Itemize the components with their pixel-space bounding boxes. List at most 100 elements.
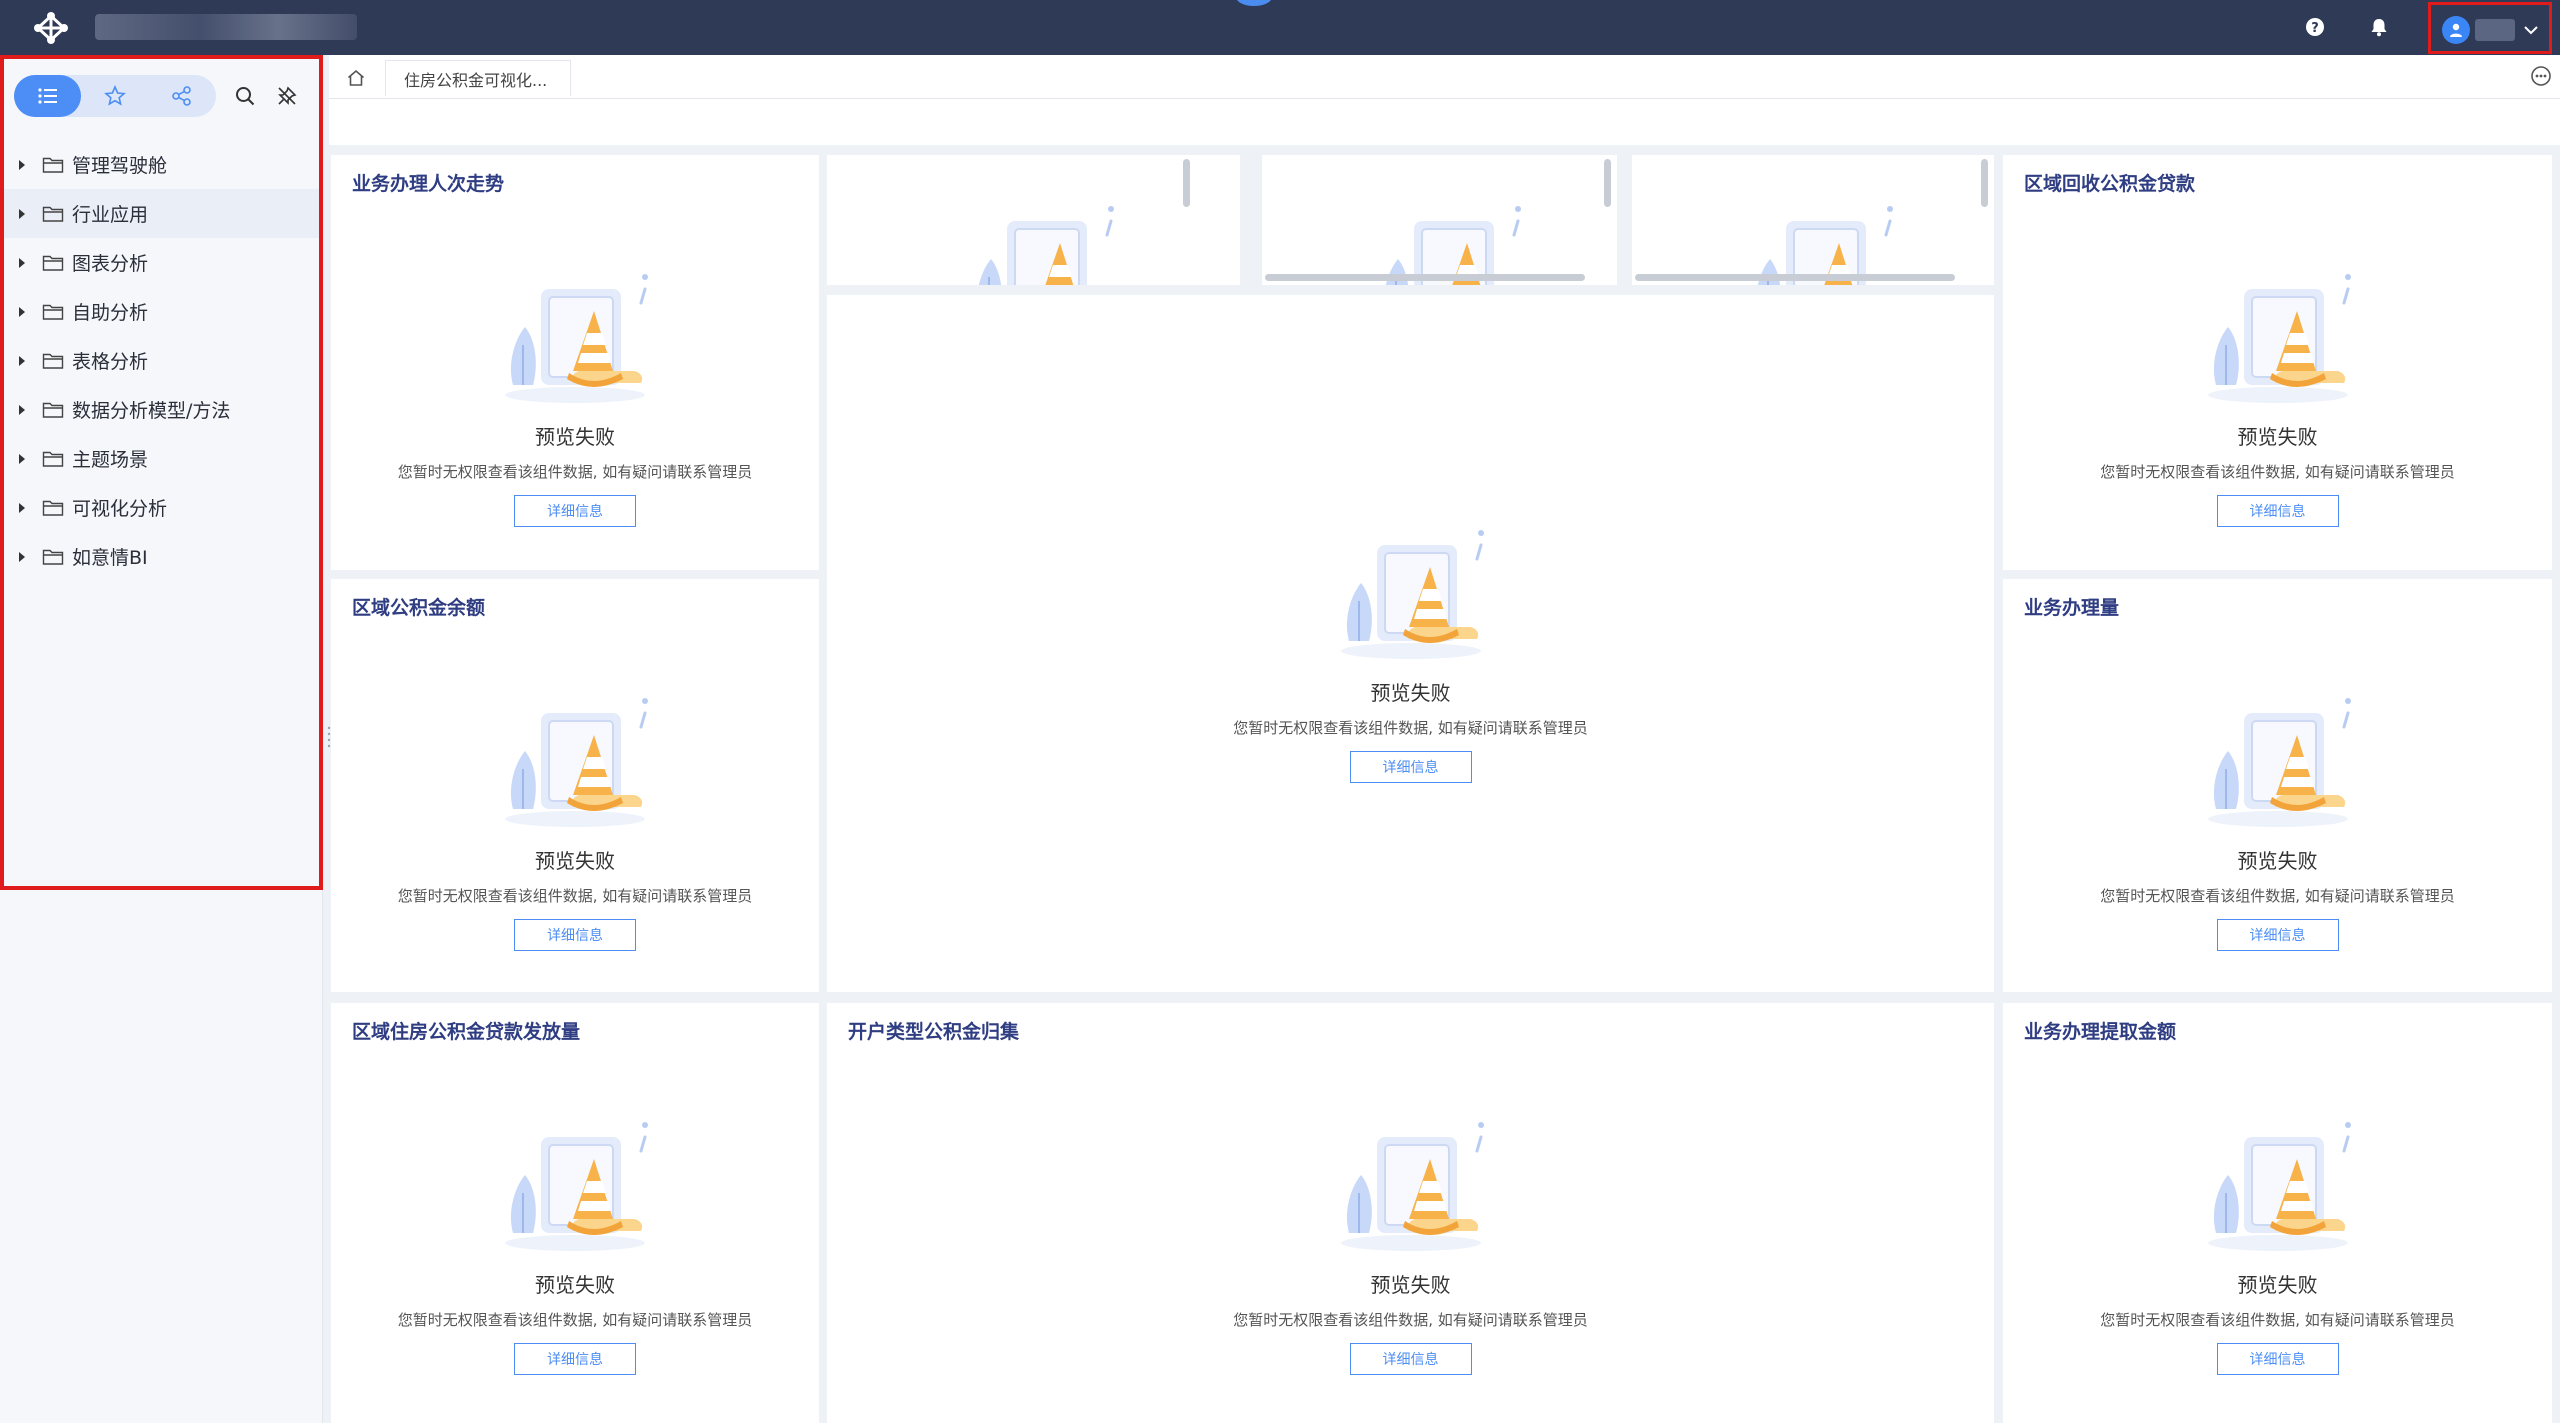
star-icon: [104, 85, 126, 106]
caret-right-icon[interactable]: [16, 502, 28, 514]
caret-right-icon[interactable]: [16, 355, 28, 367]
empty-state-title: 预览失败: [2237, 849, 2318, 873]
details-button[interactable]: 详细信息: [2216, 919, 2339, 951]
empty-state: 预览失败 您暂时无权限查看该组件数据, 如有疑问请联系管理员 详细信息: [827, 1115, 1994, 1375]
tree-item-1[interactable]: 行业应用: [0, 189, 319, 238]
caret-right-icon[interactable]: [16, 257, 28, 269]
empty-state-title: 预览失败: [535, 849, 615, 873]
widget-card-large: 预览失败 您暂时无权限查看该组件数据, 如有疑问请联系管理员 详细信息: [827, 295, 1994, 992]
top-center-indicator: [1236, 0, 1272, 6]
widget-title: 开户类型公积金归集: [848, 1021, 1020, 1043]
scrollbar-vertical[interactable]: [1981, 159, 1988, 207]
caret-right-icon[interactable]: [16, 453, 28, 465]
tree-item-4[interactable]: 表格分析: [0, 336, 319, 385]
widget-card: 业务办理量 预览失败 您暂时无权限查看该组件数据, 如有疑问请联系管理员 详细信…: [2003, 579, 2552, 992]
empty-state: 预览失败 您暂时无权限查看该组件数据, 如有疑问请联系管理员 详细信息: [2003, 267, 2552, 527]
chevron-down-icon[interactable]: [2519, 18, 2543, 42]
widget-title: 区域回收公积金贷款: [2024, 173, 2196, 195]
details-button[interactable]: 详细信息: [1349, 751, 1472, 783]
caret-right-icon[interactable]: [16, 551, 28, 563]
tab-label: 住房公积金可视化...: [404, 70, 548, 90]
scrollbar-vertical[interactable]: [1604, 159, 1611, 207]
widget-title: 区域公积金余额: [352, 597, 486, 619]
pin-icon: [278, 86, 297, 105]
tree-item-label: 可视化分析: [72, 498, 168, 520]
details-button[interactable]: 详细信息: [2216, 1343, 2339, 1375]
empty-state-title: 预览失败: [2237, 425, 2318, 449]
home-tab[interactable]: [341, 63, 371, 93]
caret-right-icon[interactable]: [16, 404, 28, 416]
list-view-button[interactable]: [14, 75, 82, 117]
empty-state-description: 您暂时无权限查看该组件数据, 如有疑问请联系管理员: [1233, 1311, 1588, 1329]
scrollbar-vertical[interactable]: [1183, 159, 1190, 207]
widget-title: 业务办理量: [2024, 597, 2120, 619]
scrollbar-horizontal[interactable]: [1265, 274, 1585, 281]
no-permission-illustration: [2198, 691, 2358, 831]
tree-item-0[interactable]: 管理驾驶舱: [0, 140, 319, 189]
tree-item-label: 图表分析: [72, 253, 149, 275]
more-options-icon[interactable]: [2529, 64, 2553, 88]
no-permission-illustration: [495, 1115, 655, 1255]
app-logo-icon[interactable]: [30, 8, 72, 48]
tab-current-dashboard[interactable]: 住房公积金可视化...: [385, 60, 571, 96]
no-permission-illustration: [2198, 267, 2358, 407]
empty-state-description: 您暂时无权限查看该组件数据, 如有疑问请联系管理员: [397, 463, 753, 481]
tree-item-7[interactable]: 可视化分析: [0, 483, 319, 532]
shared-button[interactable]: [149, 75, 216, 117]
search-button[interactable]: [230, 81, 260, 111]
list-icon: [38, 88, 57, 104]
empty-state: 预览失败 您暂时无权限查看该组件数据, 如有疑问请联系管理员 详细信息: [827, 523, 1994, 783]
tree-item-label: 表格分析: [72, 351, 149, 373]
empty-state: 预览失败 您暂时无权限查看该组件数据, 如有疑问请联系管理员 详细信息: [331, 267, 819, 527]
details-button[interactable]: 详细信息: [514, 495, 636, 527]
no-permission-illustration: [495, 691, 655, 831]
empty-state-description: 您暂时无权限查看该组件数据, 如有疑问请联系管理员: [2100, 463, 2455, 481]
details-button[interactable]: 详细信息: [1349, 1343, 1472, 1375]
folder-icon: [42, 549, 64, 565]
tree-item-2[interactable]: 图表分析: [0, 238, 319, 287]
tree-item-8[interactable]: 如意情BI: [0, 532, 319, 581]
bell-icon[interactable]: [2367, 15, 2391, 39]
tree-item-label: 行业应用: [72, 204, 149, 226]
empty-state-description: 您暂时无权限查看该组件数据, 如有疑问请联系管理员: [397, 1311, 753, 1329]
widget-title: 业务办理提取金额: [2024, 1021, 2177, 1043]
caret-right-icon[interactable]: [16, 208, 28, 220]
scrollbar-horizontal[interactable]: [1635, 274, 1955, 281]
help-icon[interactable]: ?: [2303, 15, 2327, 39]
sidebar: 管理驾驶舱 行业应用 图表分析 自助分析 表格分析 数据分析模型/方法 主题场景…: [0, 55, 323, 1423]
empty-state-description: 您暂时无权限查看该组件数据, 如有疑问请联系管理员: [2100, 1311, 2455, 1329]
empty-state: 预览失败 您暂时无权限查看该组件数据, 如有疑问请联系管理员 详细信息: [331, 691, 819, 951]
folder-icon: [42, 255, 64, 271]
details-button[interactable]: 详细信息: [2216, 495, 2339, 527]
tree-item-label: 如意情BI: [72, 547, 148, 569]
folder-icon: [42, 402, 64, 418]
tree-item-3[interactable]: 自助分析: [0, 287, 319, 336]
caret-right-icon[interactable]: [16, 306, 28, 318]
user-avatar-icon[interactable]: [2442, 16, 2470, 44]
sidebar-view-switch: [14, 75, 216, 117]
empty-state-description: 您暂时无权限查看该组件数据, 如有疑问请联系管理员: [2100, 887, 2455, 905]
no-permission-illustration: [1331, 1115, 1491, 1255]
username-redacted: [2475, 19, 2515, 41]
tab-bar: 住房公积金可视化...: [329, 55, 2560, 99]
caret-right-icon[interactable]: [16, 159, 28, 171]
mini-widget: [1262, 155, 1617, 285]
user-menu[interactable]: [2428, 2, 2552, 54]
tree-item-label: 数据分析模型/方法: [72, 400, 231, 422]
favorites-button[interactable]: [81, 75, 148, 117]
empty-state-title: 预览失败: [535, 1273, 615, 1297]
share-icon: [172, 86, 192, 106]
empty-state: 预览失败 您暂时无权限查看该组件数据, 如有疑问请联系管理员 详细信息: [2003, 691, 2552, 951]
details-button[interactable]: 详细信息: [514, 919, 636, 951]
dashboard-toolbar-area: [329, 99, 2560, 145]
details-button[interactable]: 详细信息: [514, 1343, 636, 1375]
widget-card: 区域回收公积金贷款 预览失败 您暂时无权限查看该组件数据, 如有疑问请联系管理员…: [2003, 155, 2552, 570]
empty-state-description: 您暂时无权限查看该组件数据, 如有疑问请联系管理员: [397, 887, 753, 905]
pin-button[interactable]: [272, 81, 302, 111]
widget-card: 区域住房公积金贷款发放量 预览失败 您暂时无权限查看该组件数据, 如有疑问请联系…: [331, 1003, 819, 1423]
folder-tree: 管理驾驶舱 行业应用 图表分析 自助分析 表格分析 数据分析模型/方法 主题场景…: [0, 140, 319, 581]
tree-item-5[interactable]: 数据分析模型/方法: [0, 385, 319, 434]
widget-card: 区域公积金余额 预览失败 您暂时无权限查看该组件数据, 如有疑问请联系管理员 详…: [331, 579, 819, 992]
tree-item-6[interactable]: 主题场景: [0, 434, 319, 483]
widget-card: 业务办理人次走势 预览失败 您暂时无权限查看该组件数据, 如有疑问请联系管理员 …: [331, 155, 819, 570]
